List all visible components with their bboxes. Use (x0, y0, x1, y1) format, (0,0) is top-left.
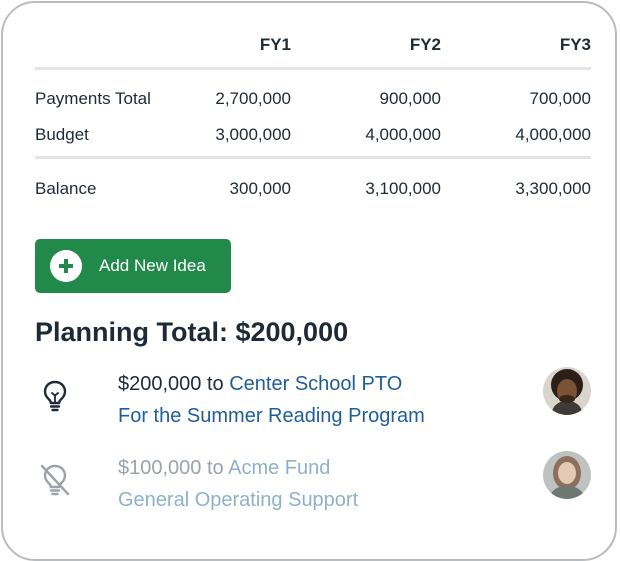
cell-fy3: 700,000 (529, 89, 591, 108)
idea-connector: to (206, 457, 224, 479)
table-divider (35, 67, 591, 70)
idea-organization-link[interactable]: Acme Fund (228, 457, 330, 479)
planning-total-heading: Planning Total: $200,000 (35, 317, 349, 347)
cell-fy1: 300,000 (229, 179, 291, 198)
idea-connector: to (206, 373, 224, 395)
cell-fy3: 4,000,000 (515, 125, 591, 144)
cell-fy2: 3,100,000 (365, 179, 441, 198)
add-new-idea-button[interactable]: Add New Idea (35, 239, 231, 293)
plus-circle-icon (50, 250, 82, 282)
avatar[interactable] (543, 451, 591, 499)
column-header-fy2: FY2 (409, 35, 441, 54)
idea-purpose-line: For the Summer Reading Program (118, 405, 425, 428)
idea-amount: $100,000 (118, 457, 202, 479)
avatar[interactable] (543, 367, 591, 415)
idea-item: $100,000 to Acme Fund General Operating … (35, 451, 591, 527)
lightbulb-icon[interactable] (39, 379, 71, 413)
idea-purpose-link[interactable]: For the Summer Reading Program (118, 405, 425, 427)
table-row-balance: Balance 300,000 3,100,000 3,300,000 (35, 179, 591, 203)
table-row-payments: Payments Total 2,700,000 900,000 700,000 (35, 89, 591, 113)
idea-purpose-line: General Operating Support (118, 489, 358, 512)
row-label: Payments Total (35, 89, 151, 108)
idea-summary: $100,000 to Acme Fund (118, 457, 330, 480)
column-header-fy1: FY1 (259, 35, 291, 54)
cell-fy2: 900,000 (379, 89, 441, 108)
row-label: Budget (35, 125, 89, 144)
idea-amount: $200,000 (118, 373, 202, 395)
cell-fy1: 3,000,000 (215, 125, 291, 144)
cell-fy1: 2,700,000 (215, 89, 291, 108)
table-header-row: FY1 FY2 FY3 (35, 35, 591, 59)
column-header-fy3: FY3 (559, 35, 591, 54)
add-new-idea-label: Add New Idea (99, 256, 206, 275)
table-divider (35, 156, 591, 159)
table-row-budget: Budget 3,000,000 4,000,000 4,000,000 (35, 125, 591, 149)
cell-fy3: 3,300,000 (515, 179, 591, 198)
budget-card: FY1 FY2 FY3 Payments Total 2,700,000 900… (1, 1, 617, 561)
idea-organization-link[interactable]: Center School PTO (229, 373, 402, 395)
idea-summary: $200,000 to Center School PTO (118, 373, 402, 396)
lightbulb-off-icon[interactable] (39, 463, 71, 497)
row-label: Balance (35, 179, 97, 198)
idea-purpose-link[interactable]: General Operating Support (118, 489, 358, 511)
idea-item: $200,000 to Center School PTO For the Su… (35, 367, 591, 443)
cell-fy2: 4,000,000 (365, 125, 441, 144)
